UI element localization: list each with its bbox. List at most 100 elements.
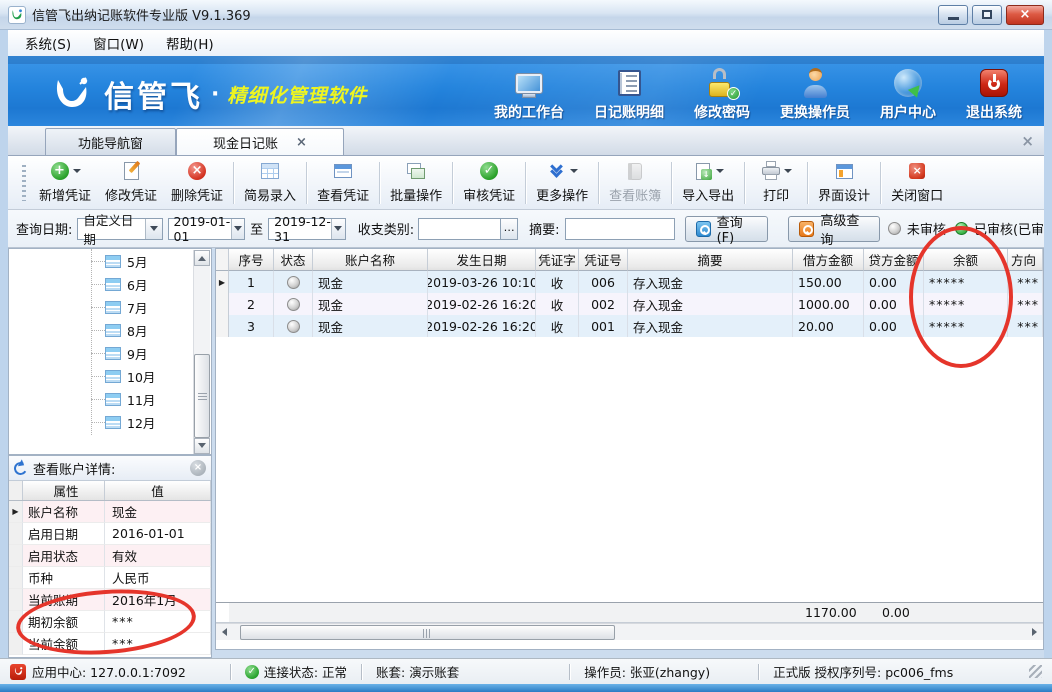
grid-hscrollbar-thumb[interactable] xyxy=(240,625,615,640)
minimize-button[interactable] xyxy=(938,5,968,25)
category-picker-button[interactable]: … xyxy=(501,218,518,240)
grid-hscrollbar[interactable] xyxy=(216,623,1043,640)
detail-col-property: 属性 xyxy=(23,481,105,500)
menu-bar: 系统(S) 窗口(W) 帮助(H) xyxy=(8,30,1044,56)
toolbar-quick-entry[interactable]: 简易录入 xyxy=(237,158,303,207)
toolbar-delete-voucher[interactable]: × 删除凭证 xyxy=(164,158,230,207)
banner-action-exit[interactable]: 退出系统 xyxy=(966,68,1022,122)
menu-help[interactable]: 帮助(H) xyxy=(155,30,225,56)
tree-item-december[interactable]: 12月 xyxy=(91,412,155,432)
scroll-right-icon[interactable] xyxy=(1027,624,1043,640)
toolbar-close-window[interactable]: × 关闭窗口 xyxy=(884,158,950,207)
category-input[interactable] xyxy=(418,218,501,240)
query-button[interactable]: 查询(F) xyxy=(685,216,769,242)
toolbar-edit-voucher[interactable]: 修改凭证 xyxy=(98,158,164,207)
summary-label: 摘要: xyxy=(529,219,559,238)
status-sphere-icon xyxy=(287,298,300,311)
window-bottom-edge xyxy=(0,684,1052,692)
col-voucher-no[interactable]: 凭证号 xyxy=(579,249,628,271)
dropdown-arrow-icon[interactable] xyxy=(716,169,724,177)
tab-function-nav[interactable]: 功能导航窗 xyxy=(45,128,176,155)
toolbar-grip[interactable] xyxy=(22,165,26,201)
tree-item-june[interactable]: 6月 xyxy=(91,274,147,294)
dropdown-arrow-icon[interactable] xyxy=(73,169,81,177)
tab-cash-journal[interactable]: 现金日记账 × xyxy=(176,128,344,155)
date-to-select[interactable]: 2019-12-31 xyxy=(268,218,346,240)
detail-row[interactable]: 币种 人民币 xyxy=(9,567,211,589)
chevron-down-icon[interactable] xyxy=(231,219,245,239)
col-voucher-word[interactable]: 凭证字 xyxy=(536,249,579,271)
summary-input[interactable] xyxy=(565,218,675,240)
banner-action-switch-operator[interactable]: 更换操作员 xyxy=(780,68,850,122)
tree-item-october[interactable]: 10月 xyxy=(91,366,155,386)
toolbar-audit-voucher[interactable]: ✓ 审核凭证 xyxy=(456,158,522,207)
toolbar-batch-ops[interactable]: 批量操作 xyxy=(383,158,449,207)
col-status[interactable]: 状态 xyxy=(274,249,313,271)
detail-row[interactable]: 启用状态 有效 xyxy=(9,545,211,567)
menu-window[interactable]: 窗口(W) xyxy=(82,30,155,56)
panel-close-icon[interactable]: × xyxy=(1021,132,1034,150)
grid-row-2[interactable]: 2 现金 2019-02-26 16:20 收 002 存入现金 1000.00… xyxy=(216,293,1043,315)
tree-scrollbar[interactable] xyxy=(193,250,210,454)
toolbar-add-voucher[interactable]: + 新增凭证 xyxy=(32,158,98,207)
refresh-icon[interactable] xyxy=(13,460,29,476)
ledger-book-icon xyxy=(625,161,645,181)
col-date[interactable]: 发生日期 xyxy=(428,249,536,271)
scroll-up-icon[interactable] xyxy=(194,250,210,266)
toolbar-separator xyxy=(671,162,672,204)
col-credit[interactable]: 贷方金额 xyxy=(864,249,924,271)
toolbar-ui-design[interactable]: 界面设计 xyxy=(811,158,877,207)
grid-header-row: 序号 状态 账户名称 发生日期 凭证字 凭证号 摘要 借方金额 贷方金额 余额 … xyxy=(216,249,1043,271)
tree-item-july[interactable]: 7月 xyxy=(91,297,147,317)
close-button[interactable]: × xyxy=(1006,5,1044,25)
banner-action-user-center[interactable]: 用户中心 xyxy=(880,68,936,122)
tree-item-september[interactable]: 9月 xyxy=(91,343,147,363)
col-direction[interactable]: 方向 xyxy=(1008,249,1043,271)
col-summary[interactable]: 摘要 xyxy=(628,249,793,271)
scroll-down-icon[interactable] xyxy=(194,438,210,454)
detail-row[interactable]: ▶ 账户名称 现金 xyxy=(9,501,211,523)
banner-action-workbench[interactable]: 我的工作台 xyxy=(494,68,564,122)
banner-action-change-password[interactable]: ✓ 修改密码 xyxy=(694,68,750,122)
toolbar-more-ops[interactable]: 更多操作 xyxy=(529,158,595,207)
toolbar-print[interactable]: 打印 xyxy=(748,158,804,207)
toolbar-import-export[interactable]: ↓ 导入导出 xyxy=(675,158,741,207)
tree-scrollbar-thumb[interactable] xyxy=(194,354,210,438)
dropdown-arrow-icon[interactable] xyxy=(784,169,792,177)
unaudited-sphere-icon xyxy=(888,222,901,235)
advanced-query-button[interactable]: 高级查询 xyxy=(788,216,880,242)
grid-row-3[interactable]: 3 现金 2019-02-26 16:20 收 001 存入现金 20.00 0… xyxy=(216,315,1043,337)
tab-close-icon[interactable]: × xyxy=(296,135,307,150)
status-sphere-icon xyxy=(287,276,300,289)
restore-button[interactable] xyxy=(972,5,1002,25)
scroll-left-icon[interactable] xyxy=(216,624,232,640)
col-balance[interactable]: 余额 xyxy=(924,249,1008,271)
col-seq[interactable]: 序号 xyxy=(229,249,274,271)
close-icon: × xyxy=(1020,8,1031,21)
tree-item-august[interactable]: 8月 xyxy=(91,320,147,340)
account-detail-panel: 查看账户详情: × 属性 值 ▶ 账户名称 现金 启用日期 2016-01-01… xyxy=(8,455,212,658)
col-debit[interactable]: 借方金额 xyxy=(793,249,864,271)
chevron-down-icon[interactable] xyxy=(331,219,345,239)
col-account[interactable]: 账户名称 xyxy=(313,249,428,271)
grid-row-1[interactable]: ▶ 1 现金 2019-03-26 10:10 收 006 存入现金 150.0… xyxy=(216,271,1043,293)
detail-close-icon[interactable]: × xyxy=(190,460,206,476)
chevron-down-icon[interactable] xyxy=(145,219,162,239)
detail-row-opening-balance[interactable]: 期初余额 *** xyxy=(9,611,211,633)
banner-action-journal-detail[interactable]: 日记账明细 xyxy=(594,68,664,122)
detail-row[interactable]: 当前账期 2016年1月 xyxy=(9,589,211,611)
date-mode-select[interactable]: 自定义日期 xyxy=(77,218,162,240)
tree-item-may[interactable]: 5月 xyxy=(91,251,147,271)
dropdown-arrow-icon[interactable] xyxy=(570,169,578,177)
detail-row-current-balance[interactable]: 当前余额 *** xyxy=(9,633,211,655)
detail-table-header: 属性 值 xyxy=(9,481,211,501)
date-from-select[interactable]: 2019-01-01 xyxy=(168,218,246,240)
detail-row[interactable]: 启用日期 2016-01-01 xyxy=(9,523,211,545)
toolbar-separator xyxy=(233,162,234,204)
resize-grip[interactable] xyxy=(1029,665,1042,678)
tree-item-november[interactable]: 11月 xyxy=(91,389,155,409)
status-operator: 操作员: 张亚(zhangy) xyxy=(584,662,710,681)
menu-system[interactable]: 系统(S) xyxy=(14,30,82,56)
toolbar-view-voucher[interactable]: 查看凭证 xyxy=(310,158,376,207)
query-date-label: 查询日期: xyxy=(16,219,72,238)
